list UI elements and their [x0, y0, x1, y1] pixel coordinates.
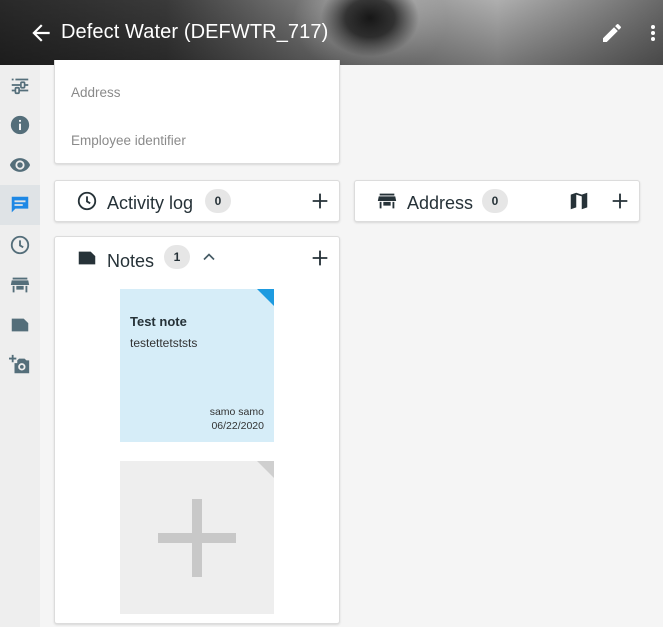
store-icon	[377, 193, 397, 209]
camera-plus-icon	[9, 354, 30, 374]
add-activity-button[interactable]	[309, 190, 331, 212]
sidebar-item-info[interactable]	[0, 105, 40, 145]
activity-log-title: Activity log	[107, 193, 194, 213]
sidebar-item-labels[interactable]	[0, 305, 40, 345]
address-card: Address 0	[354, 180, 640, 222]
note-author: samo samo	[209, 406, 264, 418]
address-count-badge: 0	[482, 189, 508, 213]
tune-icon	[11, 78, 29, 95]
notes-count-badge: 1	[164, 245, 190, 269]
note-title: Test note	[130, 314, 187, 329]
comment-icon	[11, 196, 29, 213]
app-header: Defect Water (DEFWTR_717)	[0, 0, 663, 65]
employee-identifier-label: Employee identifier	[71, 133, 186, 148]
sidebar-item-activity-log[interactable]	[0, 225, 40, 265]
note-corner-fold	[257, 289, 274, 306]
sidebar-item-notes[interactable]	[0, 185, 40, 225]
notes-title: Notes	[107, 251, 155, 271]
back-button[interactable]	[28, 20, 54, 46]
sidebar-item-add-photo[interactable]	[0, 345, 40, 385]
address-field-label: Address	[71, 85, 121, 100]
note-date: 06/22/2020	[211, 420, 264, 432]
label-icon	[78, 251, 96, 265]
add-note-button[interactable]	[120, 461, 274, 614]
store-icon	[10, 277, 30, 293]
clock-icon	[77, 191, 97, 211]
label-icon	[11, 318, 29, 332]
activity-log-count-badge: 0	[205, 189, 231, 213]
more-vertical-icon	[651, 25, 655, 41]
clock-icon	[10, 235, 30, 255]
address-title: Address	[407, 193, 474, 213]
page-title: Defect Water (DEFWTR_717)	[61, 21, 329, 43]
sidebar-item-watch[interactable]	[0, 145, 40, 185]
plus-icon	[158, 499, 236, 577]
more-options-button[interactable]	[643, 21, 663, 45]
eye-icon	[9, 158, 31, 172]
activity-log-card: Activity log 0	[54, 180, 340, 222]
arrow-back-icon	[32, 24, 50, 42]
note-card[interactable]: Test note testettetststs samo samo 06/22…	[120, 289, 274, 442]
pencil-icon	[603, 23, 622, 42]
sidebar-item-address[interactable]	[0, 265, 40, 305]
sidebar-item-properties[interactable]	[0, 65, 40, 105]
info-icon	[10, 115, 30, 135]
add-note-corner-fold	[257, 461, 274, 478]
add-note-header-button[interactable]	[309, 247, 331, 269]
map-icon[interactable]	[568, 190, 590, 212]
add-address-button[interactable]	[609, 190, 631, 212]
note-body: testettetststs	[130, 336, 198, 350]
edit-button[interactable]	[600, 21, 624, 45]
sidebar	[0, 65, 40, 627]
details-card: Address Employee identifier	[54, 60, 340, 164]
chevron-up-icon[interactable]	[199, 247, 219, 267]
